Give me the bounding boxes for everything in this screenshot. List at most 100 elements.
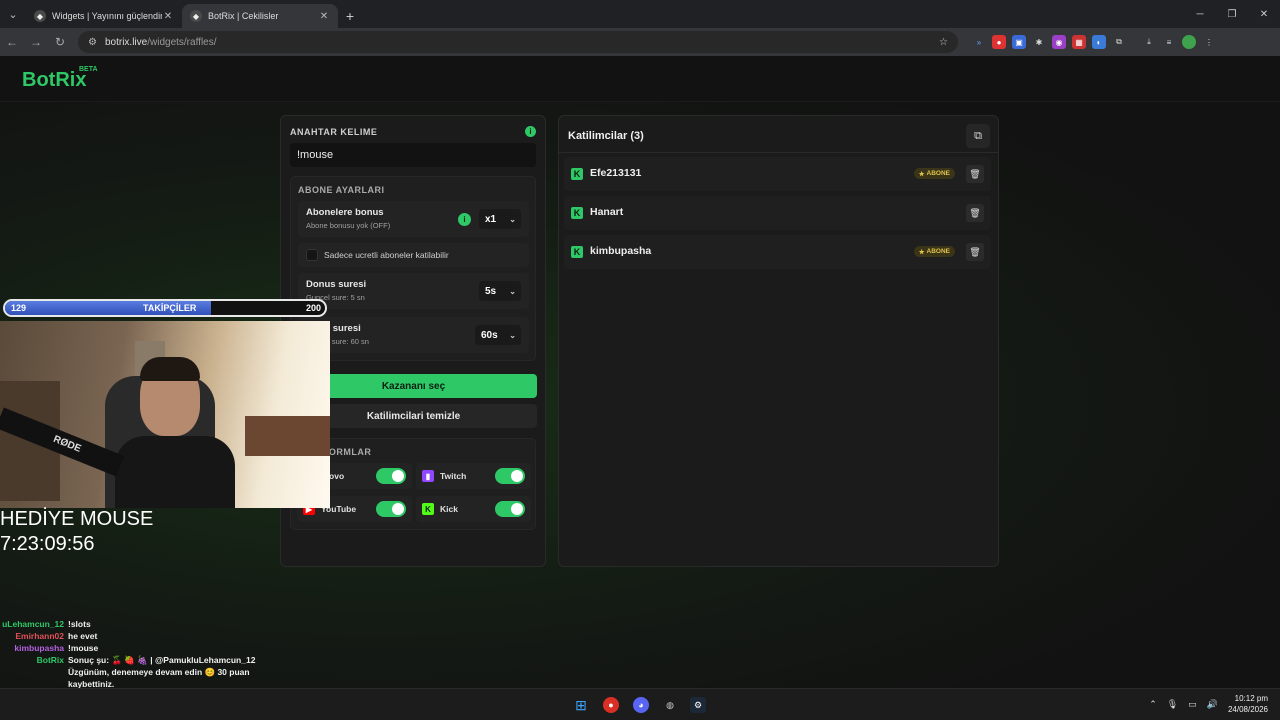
paid-only-checkbox[interactable] <box>306 249 318 261</box>
subscriber-badge: ★ ABONE <box>913 246 955 257</box>
close-window-icon[interactable]: ✕ <box>1248 0 1280 28</box>
restore-icon[interactable]: ❐ <box>1216 0 1248 28</box>
info-icon[interactable]: i <box>458 213 471 226</box>
close-tab-icon[interactable]: ✕ <box>162 11 174 22</box>
close-tab-icon[interactable]: ✕ <box>318 11 330 22</box>
site-info-icon[interactable]: ⚙ <box>88 37 97 48</box>
twitch-icon: ▮ <box>422 470 434 482</box>
participants-panel: Katilimcilar (3) ⧉ K Efe213131 ★ ABONE 🗑 … <box>558 115 999 567</box>
followers-label: TAKİPÇİLER <box>143 303 197 313</box>
reload-icon[interactable]: ↻ <box>48 30 72 54</box>
address-toolbar: ← → ↻ ⚙ botrix.live/widgets/raffles/ ☆ »… <box>0 28 1280 56</box>
bonus-select[interactable]: x1 ⌄ <box>479 209 521 229</box>
chat-text: Sonuç şu: 🍒 🍓 🍇 | @PamukluLehamcun_12 <box>68 655 256 665</box>
chat-text: !mouse <box>68 643 99 653</box>
taskbar: ⊞ ● ◕ ◍ ⚙ ⌃ 🎙 ▭ 🔊 10:12 pm 24/08/2026 <box>0 688 1280 720</box>
back-icon[interactable]: ← <box>0 30 24 54</box>
beta-badge: BETA <box>79 66 98 73</box>
extension-icon[interactable]: ● <box>992 35 1006 49</box>
delete-icon[interactable]: 🗑 <box>966 204 984 222</box>
request-duration-row: Talep suresi Guncel sure: 60 sn 60s ⌄ <box>298 317 529 353</box>
minimize-icon[interactable]: ─ <box>1184 0 1216 28</box>
chat-username <box>0 667 68 679</box>
site-header: BotRix BETA <box>0 56 1280 102</box>
obs-icon[interactable]: ◍ <box>662 697 678 713</box>
chevron-up-icon[interactable]: ⌃ <box>1149 699 1157 710</box>
extension-icon[interactable]: ✱ <box>1032 35 1046 49</box>
chat-message: Üzgünüm, denemeye devam edin 😊 30 puan <box>0 667 330 679</box>
download-icon[interactable]: ⤓ <box>1142 35 1156 49</box>
duration-select-value: 5s <box>485 285 497 297</box>
streamer-body <box>115 436 235 508</box>
discord-icon[interactable]: ◕ <box>633 697 649 713</box>
webcam-feed: RØDE <box>0 321 330 508</box>
bookmark-star-icon[interactable]: ☆ <box>939 37 948 48</box>
copy-icon[interactable]: ⧉ <box>966 124 990 148</box>
twitch-toggle[interactable] <box>495 468 525 484</box>
forward-icon[interactable]: → <box>24 30 48 54</box>
extension-icon[interactable]: ▣ <box>1012 35 1026 49</box>
reading-list-icon[interactable]: ≡ <box>1162 35 1176 49</box>
botrix-favicon-icon: ◆ <box>190 10 202 22</box>
botrix-favicon-icon: ◆ <box>34 10 46 22</box>
webcam-scenery <box>245 416 330 456</box>
badge-label: ABONE <box>926 170 950 177</box>
extension-icon[interactable]: ▦ <box>1072 35 1086 49</box>
badge-label: ABONE <box>926 248 950 255</box>
chat-message: kimbupasha !mouse <box>0 643 330 655</box>
bonus-title: Abonelere bonus <box>306 207 384 218</box>
botrix-logo[interactable]: BotRix <box>22 69 86 92</box>
steam-icon[interactable]: ⚙ <box>690 697 706 713</box>
extension-icon[interactable]: ◉ <box>1052 35 1066 49</box>
paid-only-row[interactable]: Sadece ucretli aboneler katilabilir <box>298 243 529 267</box>
chrome-icon[interactable]: ● <box>603 697 619 713</box>
tab-raffles[interactable]: ◆ BotRix | Cekilisler ✕ <box>182 4 338 28</box>
keyword-input[interactable]: !mouse <box>290 143 536 167</box>
chat-text: he evet <box>68 631 98 641</box>
extension-icon[interactable]: ◐ <box>1092 35 1106 49</box>
kick-toggle[interactable] <box>495 501 525 517</box>
browser-menu-icon[interactable]: ⋮ <box>1202 35 1216 49</box>
clock[interactable]: 10:12 pm 24/08/2026 <box>1228 693 1268 715</box>
delete-icon[interactable]: 🗑 <box>966 243 984 261</box>
duration-select[interactable]: 5s ⌄ <box>479 281 521 301</box>
followers-goal: 200 <box>305 303 321 313</box>
kick-icon: K <box>571 207 583 219</box>
chat-text: !slots <box>68 619 91 629</box>
chat-username: Emirhann02 <box>15 631 64 641</box>
participant-row: K Hanart 🗑 <box>564 196 991 230</box>
extensions-puzzle-icon[interactable]: ⧉ <box>1112 35 1126 49</box>
tab-search-icon[interactable]: ⌄ <box>0 0 26 28</box>
url-path: /widgets/raffles/ <box>147 36 217 48</box>
platform-name: Kick <box>440 504 458 514</box>
translate-extension-icon[interactable]: » <box>972 35 986 49</box>
chat-username: uLehamcun_12 <box>2 619 64 629</box>
participant-row: K kimbupasha ★ ABONE 🗑 <box>564 235 991 269</box>
bonus-select-value: x1 <box>485 213 497 225</box>
chevron-down-icon: ⌄ <box>509 286 516 296</box>
microphone-icon[interactable]: 🎙 <box>1167 699 1178 710</box>
star-icon: ★ <box>918 248 925 256</box>
request-select[interactable]: 60s ⌄ <box>475 325 521 345</box>
profile-avatar[interactable] <box>1182 35 1196 49</box>
chat-text: Üzgünüm, denemeye devam edin 😊 30 puan <box>68 667 250 677</box>
platform-name: Twitch <box>440 471 467 481</box>
streamer-hair <box>140 357 200 381</box>
trovo-toggle[interactable] <box>376 468 406 484</box>
url-field[interactable]: ⚙ botrix.live/widgets/raffles/ ☆ <box>78 31 958 53</box>
tab-widgets[interactable]: ◆ Widgets | Yayınını güçlendirmek ✕ <box>26 4 182 28</box>
participant-name: Hanart <box>590 206 624 218</box>
info-icon[interactable]: i <box>525 126 536 137</box>
delete-icon[interactable]: 🗑 <box>966 165 984 183</box>
subscriber-badge: ★ ABONE <box>913 168 955 179</box>
new-tab-button[interactable]: + <box>338 4 362 28</box>
subscriber-bonus-row: Abonelere bonus Abone bonusu yok (OFF) i… <box>298 201 529 237</box>
chat-message: Emirhann02 he evet <box>0 631 330 643</box>
volume-icon[interactable]: 🔊 <box>1207 699 1218 710</box>
network-icon[interactable]: ▭ <box>1188 699 1197 710</box>
duration-row: Donus suresi Guncel sure: 5 sn 5s ⌄ <box>298 273 529 309</box>
youtube-toggle[interactable] <box>376 501 406 517</box>
extensions-bar: » ● ▣ ✱ ◉ ▦ ◐ ⧉ ⤓ ≡ ⋮ <box>972 35 1216 49</box>
chat-username: BotRix <box>36 655 64 665</box>
windows-start-icon[interactable]: ⊞ <box>573 697 589 713</box>
